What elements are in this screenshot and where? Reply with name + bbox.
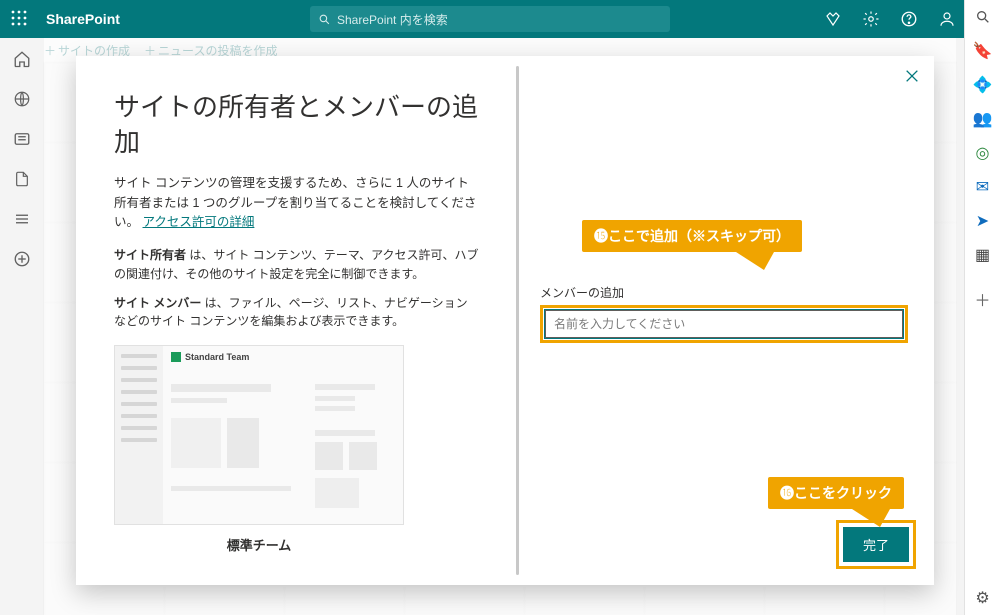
annotation-text-16: ここをクリック <box>794 485 892 501</box>
dialog-left-pane: サイトの所有者とメンバーの追加 サイト コンテンツの管理を支援するため、さらに … <box>76 56 515 585</box>
app-launcher-icon[interactable] <box>0 10 38 29</box>
annotation-callout-15: ⓯ここで追加（※スキップ可） <box>582 220 802 252</box>
permissions-details-link[interactable]: アクセス許可の詳細 <box>143 215 255 229</box>
app-stage: SharePoint SharePoint 内を検索 ＋サイトの作成 ＋ニュース… <box>0 0 964 615</box>
template-preview-card: Standard Team <box>114 345 404 525</box>
browser-apps-icon[interactable]: 💠 <box>974 76 992 94</box>
browser-settings-icon[interactable]: ⚙ <box>974 589 992 607</box>
search-placeholder: SharePoint 内を検索 <box>337 11 448 28</box>
rail-home-icon[interactable] <box>13 50 31 68</box>
annotation-badge-15: ⓯ <box>594 228 608 244</box>
add-owners-members-dialog: サイトの所有者とメンバーの追加 サイト コンテンツの管理を支援するため、さらに … <box>76 56 934 585</box>
template-preview-title: Standard Team <box>171 352 249 363</box>
add-members-label: メンバーの追加 <box>540 284 908 301</box>
add-members-input[interactable] <box>545 310 903 338</box>
premium-icon[interactable] <box>824 10 842 28</box>
browser-org-icon[interactable]: ▦ <box>974 246 992 264</box>
owners-label: サイト所有者 <box>114 248 186 262</box>
finish-button[interactable]: 完了 <box>843 527 909 562</box>
browser-send-icon[interactable]: ➤ <box>974 212 992 230</box>
browser-side-rail: 🔖 💠 👥 ◎ ✉ ➤ ▦ ＋ ⚙ <box>964 0 1000 615</box>
dialog-title: サイトの所有者とメンバーの追加 <box>114 90 479 160</box>
dialog-body: サイト コンテンツの管理を支援するため、さらに 1 人のサイト所有者または 1 … <box>114 174 479 232</box>
members-paragraph: サイト メンバー は、ファイル、ページ、リスト、ナビゲーションなどのサイト コン… <box>114 294 479 331</box>
suite-header: SharePoint SharePoint 内を検索 <box>0 0 964 38</box>
rail-files-icon[interactable] <box>13 170 31 188</box>
template-preview-sidebar <box>115 346 163 524</box>
help-icon[interactable] <box>900 10 918 28</box>
account-icon[interactable] <box>938 10 956 28</box>
members-label: サイト メンバー <box>114 296 201 310</box>
search-icon <box>318 13 331 26</box>
header-icons <box>824 0 956 38</box>
app-name[interactable]: SharePoint <box>38 11 120 27</box>
rail-news-icon[interactable] <box>13 130 31 148</box>
browser-people-icon[interactable]: 👥 <box>974 110 992 128</box>
annotation-badge-16: ⓰ <box>780 485 794 501</box>
modal-overlay: サイトの所有者とメンバーの追加 サイト コンテンツの管理を支援するため、さらに … <box>44 38 956 615</box>
browser-mail-icon[interactable]: ✉ <box>974 178 992 196</box>
rail-globe-icon[interactable] <box>13 90 31 108</box>
app-left-rail <box>0 38 44 615</box>
browser-add-icon[interactable]: ＋ <box>974 290 992 308</box>
browser-camera-icon[interactable]: ◎ <box>974 144 992 162</box>
annotation-text-15: ここで追加（※スキップ可） <box>608 228 790 244</box>
dialog-right-pane: ⓯ここで追加（※スキップ可） メンバーの追加 ⓰ここをクリック 完了 <box>520 56 934 585</box>
finish-button-highlight: 完了 <box>836 520 916 569</box>
annotation-callout-16: ⓰ここをクリック <box>768 477 904 509</box>
add-members-highlight <box>540 305 908 343</box>
owners-paragraph: サイト所有者 は、サイト コンテンツ、テーマ、アクセス許可、ハブの関連付け、その… <box>114 246 479 283</box>
close-button[interactable] <box>904 68 920 89</box>
browser-search-icon[interactable] <box>974 8 992 26</box>
rail-add-icon[interactable] <box>13 250 31 268</box>
rail-list-icon[interactable] <box>13 210 31 228</box>
template-label: 標準チーム <box>114 535 404 554</box>
browser-lock-icon[interactable]: 🔖 <box>974 42 992 60</box>
suite-search[interactable]: SharePoint 内を検索 <box>310 6 670 32</box>
settings-icon[interactable] <box>862 10 880 28</box>
